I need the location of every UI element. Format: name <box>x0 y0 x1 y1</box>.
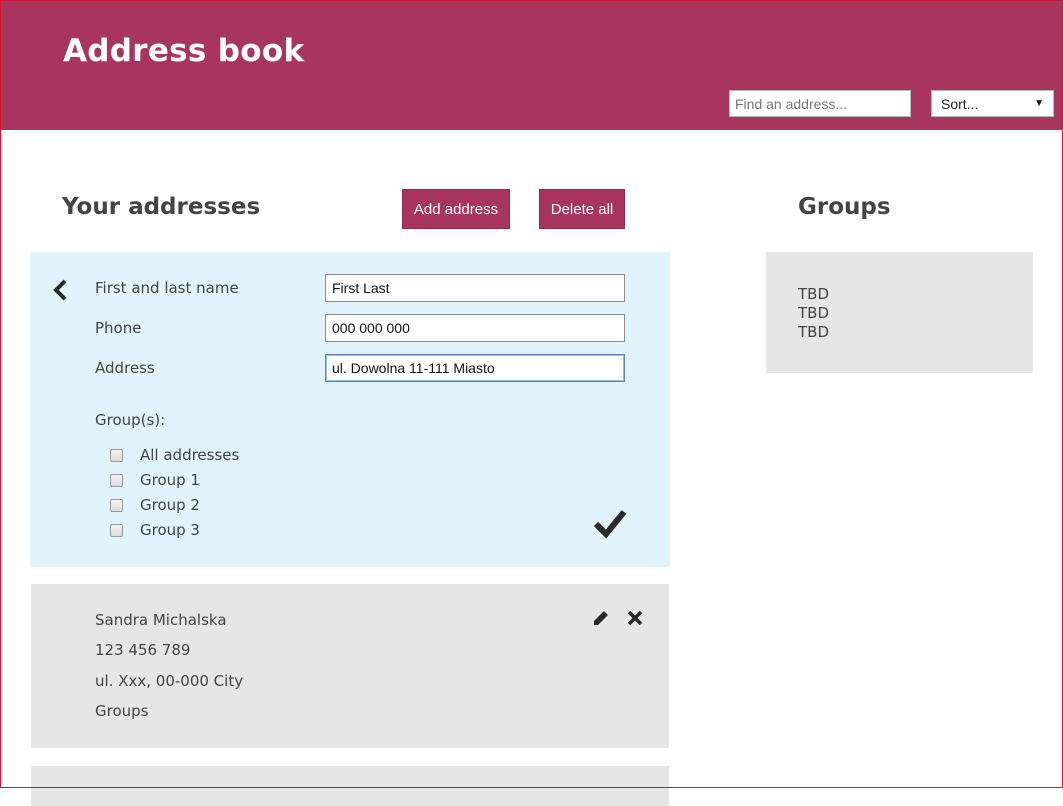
contact-phone: 123 456 789 <box>95 641 191 659</box>
group-option-label: Group 2 <box>140 496 200 514</box>
group-option-label: Group 3 <box>140 521 200 539</box>
close-icon[interactable] <box>626 609 644 627</box>
checkbox-group-3[interactable] <box>110 523 123 537</box>
groups-label: Group(s): <box>95 411 166 429</box>
contact-card: Sandra Michalska 123 456 789 ul. Xxx, 00… <box>31 584 669 748</box>
delete-all-button[interactable]: Delete all <box>539 189 625 229</box>
app-title: Address book <box>63 33 305 69</box>
groups-list: TBD TBD TBD <box>798 285 829 342</box>
group-option[interactable]: Group 2 <box>110 495 200 515</box>
group-option-label: Group 1 <box>140 471 200 489</box>
chevron-down-icon: ▼ <box>1034 98 1044 109</box>
name-label: First and last name <box>95 279 239 297</box>
group-item[interactable]: TBD <box>798 323 829 342</box>
addresses-title: Your addresses <box>62 194 261 220</box>
sort-select[interactable]: Sort... ▼ <box>931 90 1054 117</box>
address-input[interactable] <box>325 354 625 382</box>
name-input[interactable] <box>325 274 625 302</box>
group-item[interactable]: TBD <box>798 304 829 323</box>
group-option[interactable]: All addresses <box>110 445 239 465</box>
checkbox-group-1[interactable] <box>110 473 123 487</box>
sort-select-value: Sort... <box>941 95 979 112</box>
chevron-left-icon[interactable] <box>52 278 68 302</box>
group-option[interactable]: Group 1 <box>110 470 200 490</box>
contact-groups: Groups <box>95 702 149 720</box>
add-address-button[interactable]: Add address <box>402 189 510 229</box>
contact-name: Sandra Michalska <box>95 611 227 629</box>
group-item[interactable]: TBD <box>798 285 829 304</box>
phone-input[interactable] <box>325 314 625 342</box>
phone-label: Phone <box>95 319 142 337</box>
checkmark-icon[interactable] <box>593 507 627 541</box>
groups-title: Groups <box>798 194 891 220</box>
search-input[interactable] <box>729 90 911 117</box>
contact-card <box>31 766 669 806</box>
address-edit-card: First and last name Phone Address Group(… <box>30 252 670 567</box>
group-option-label: All addresses <box>140 446 240 464</box>
checkbox-all-addresses[interactable] <box>110 448 123 462</box>
groups-panel: TBD TBD TBD <box>766 252 1033 373</box>
contact-address: ul. Xxx, 00-000 City <box>95 672 244 690</box>
group-option[interactable]: Group 3 <box>110 520 200 540</box>
address-label: Address <box>95 359 155 377</box>
pencil-icon[interactable] <box>592 609 610 627</box>
checkbox-group-2[interactable] <box>110 498 123 512</box>
